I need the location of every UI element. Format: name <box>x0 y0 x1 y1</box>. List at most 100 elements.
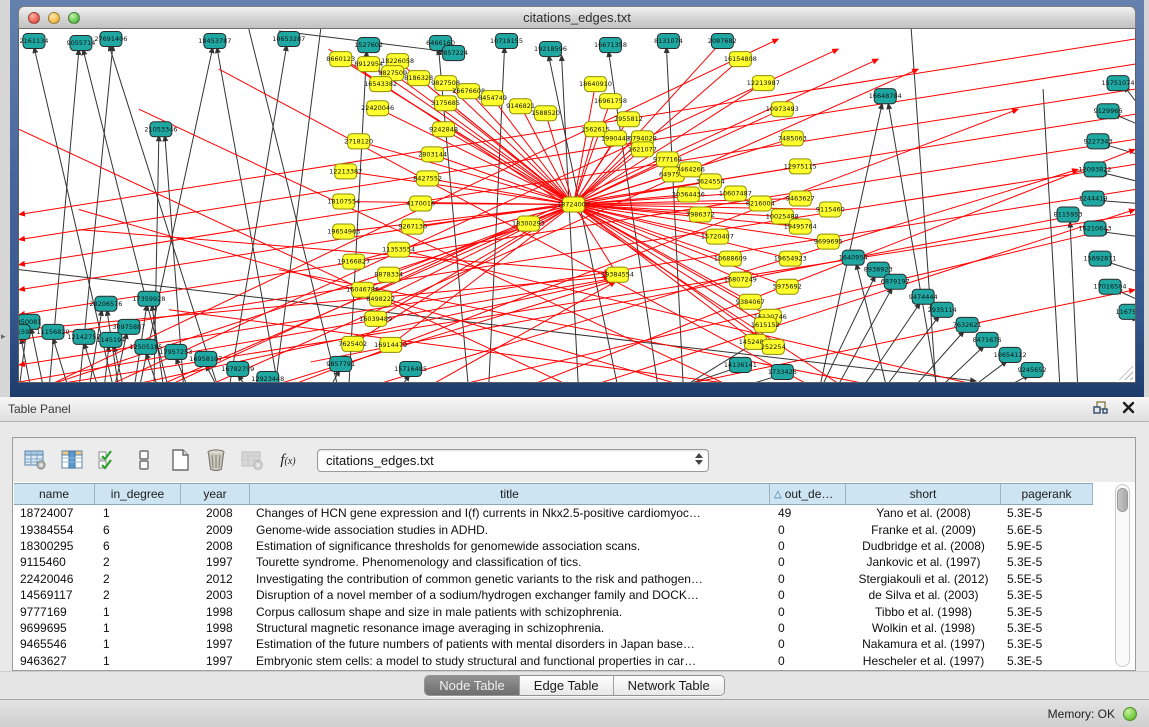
table-cell[interactable]: 2 <box>95 554 181 570</box>
network-node[interactable]: 9699695 <box>814 234 843 249</box>
table-cell[interactable]: Stergiakouli et al. (2012) <box>846 571 1001 587</box>
red-edge[interactable] <box>574 204 618 274</box>
table-cell[interactable]: Wolkin et al. (1998) <box>846 620 1001 636</box>
table-cell[interactable]: de Silva et al. (2003) <box>846 587 1001 603</box>
table-cell[interactable]: Yano et al. (2008) <box>846 505 1001 521</box>
network-node[interactable]: 252254 <box>761 339 786 354</box>
panel-collapse-arrow[interactable]: ▸ <box>1 331 6 342</box>
table-cell[interactable]: 18724007 <box>14 505 95 521</box>
table-cell[interactable]: Investigating the contribution of common… <box>250 571 770 587</box>
column-header-short[interactable]: short <box>846 483 1001 505</box>
table-scrollbar-thumb[interactable] <box>1117 488 1128 512</box>
table-cell[interactable]: 1 <box>95 505 181 521</box>
table-cell[interactable]: 0 <box>770 538 846 554</box>
network-node[interactable]: 16961758 <box>594 94 627 109</box>
table-cell[interactable]: Changes of HCN gene expression and I(f) … <box>250 505 770 521</box>
network-node[interactable]: 9055714 <box>66 36 95 51</box>
table-cell[interactable]: Tourette syndrome. Phenomenology and cla… <box>250 554 770 570</box>
network-node[interactable]: 1640954 <box>839 250 868 265</box>
network-node[interactable]: 12093822 <box>1079 162 1112 177</box>
table-cell[interactable]: 9699695 <box>14 620 95 636</box>
network-node[interactable]: 9115460 <box>816 202 845 217</box>
table-cell[interactable]: Dudbridge et al. (2008) <box>846 538 1001 554</box>
black-edge[interactable] <box>1043 89 1060 382</box>
network-node[interactable]: 7632621 <box>953 317 982 332</box>
network-node[interactable]: 9857791 <box>326 356 355 371</box>
column-header-title[interactable]: title <box>250 483 770 505</box>
tab-network-table[interactable]: Network Table <box>614 676 724 695</box>
network-node[interactable]: 1733426 <box>768 364 797 379</box>
network-node[interactable]: 9267130 <box>398 219 427 234</box>
table-cell[interactable]: 1 <box>95 603 181 619</box>
column-header-in_degree[interactable]: in_degree <box>95 483 181 505</box>
network-node[interactable]: 9242848 <box>429 122 458 137</box>
network-node[interactable]: 2161134 <box>20 34 49 49</box>
network-node[interactable]: 16039489 <box>359 311 392 326</box>
table-cell[interactable]: 1997 <box>181 554 250 570</box>
table-cell[interactable]: Jankovic et al. (1997) <box>846 554 1001 570</box>
table-cell[interactable]: Estimation of the future numbers of pati… <box>250 636 770 652</box>
column-header-pagerank[interactable]: pagerank <box>1001 483 1093 505</box>
table-cell[interactable]: 1 <box>95 620 181 636</box>
table-cell[interactable]: 5.3E-5 <box>1001 620 1093 636</box>
table-cell[interactable]: 0 <box>770 653 846 669</box>
black-edge[interactable] <box>963 361 1007 382</box>
table-cell[interactable]: 0 <box>770 554 846 570</box>
network-canvas[interactable]: 1872400721611349055714276914061845378710… <box>18 29 1136 383</box>
network-node[interactable]: 8427552 <box>413 171 442 186</box>
network-node[interactable]: 11156829 <box>36 324 69 339</box>
table-cell[interactable]: 5.5E-5 <box>1001 571 1093 587</box>
network-node[interactable]: 7955812 <box>614 112 643 127</box>
network-node[interactable]: 15716485 <box>394 361 427 376</box>
table-row[interactable]: 2242004622012Investigating the contribut… <box>14 571 1134 587</box>
network-node[interactable]: 8115953 <box>1054 207 1083 222</box>
network-node[interactable]: 12213387 <box>329 164 362 179</box>
table-mode-icon[interactable] <box>21 446 51 474</box>
table-cell[interactable]: 14569117 <box>14 587 95 603</box>
red-edge[interactable] <box>19 64 1135 239</box>
network-node[interactable]: 18640910 <box>579 77 612 92</box>
network-node[interactable]: 20364436 <box>672 187 705 202</box>
network-node[interactable]: 12975115 <box>784 159 817 174</box>
network-node[interactable]: 7857224 <box>439 46 468 61</box>
network-node[interactable]: 9463627 <box>786 191 815 206</box>
network-node[interactable]: 7986372 <box>686 207 715 222</box>
table-cell[interactable]: Tibbo et al. (1998) <box>846 603 1001 619</box>
black-edge[interactable] <box>911 29 936 382</box>
table-row[interactable]: 969969511998Structural magnetic resonanc… <box>14 620 1134 636</box>
table-cell[interactable]: 49 <box>770 505 846 521</box>
network-node[interactable]: 9384067 <box>736 294 765 309</box>
network-node[interactable]: 21053346 <box>144 122 177 137</box>
table-cell[interactable]: 1998 <box>181 620 250 636</box>
network-node[interactable]: 9474444 <box>909 289 938 304</box>
network-node[interactable]: 2803144 <box>418 147 447 162</box>
network-node[interactable]: 19654923 <box>774 251 807 266</box>
network-node[interactable]: 5975692 <box>773 279 802 294</box>
network-node[interactable]: 8186328 <box>404 71 433 86</box>
table-row[interactable]: 977716911998Corpus callosum shape and si… <box>14 603 1134 619</box>
select-all-icon[interactable] <box>93 446 123 474</box>
table-cell[interactable]: 5.3E-5 <box>1001 505 1093 521</box>
window-titlebar[interactable]: citations_edges.txt <box>18 6 1136 29</box>
table-cell[interactable]: 9463627 <box>14 653 95 669</box>
red-edge[interactable] <box>359 141 574 204</box>
table-cell[interactable]: Genome-wide association studies in ADHD. <box>250 521 770 537</box>
table-cell[interactable]: 2009 <box>181 521 250 537</box>
table-cell[interactable]: 0 <box>770 587 846 603</box>
network-node[interactable]: 18107554 <box>327 194 360 209</box>
network-node[interactable]: 20206576 <box>89 296 122 311</box>
network-node[interactable]: 9129966 <box>1094 104 1123 119</box>
network-node[interactable]: 10654112 <box>994 347 1027 362</box>
network-node[interactable]: 16782759 <box>221 361 254 376</box>
red-edge[interactable] <box>433 154 574 204</box>
network-node[interactable]: 6879197 <box>881 274 910 289</box>
table-cell[interactable]: Franke et al. (2009) <box>846 521 1001 537</box>
network-node[interactable]: 16671358 <box>594 38 627 53</box>
network-node[interactable]: 18453787 <box>198 34 231 49</box>
network-node[interactable]: 1244419 <box>1079 191 1108 206</box>
network-node[interactable]: 7485063 <box>778 131 807 146</box>
tab-node-table[interactable]: Node Table <box>425 676 520 695</box>
network-node[interactable]: 9245652 <box>1018 362 1047 377</box>
red-edge[interactable] <box>19 89 1135 264</box>
black-edge[interactable] <box>658 368 736 382</box>
